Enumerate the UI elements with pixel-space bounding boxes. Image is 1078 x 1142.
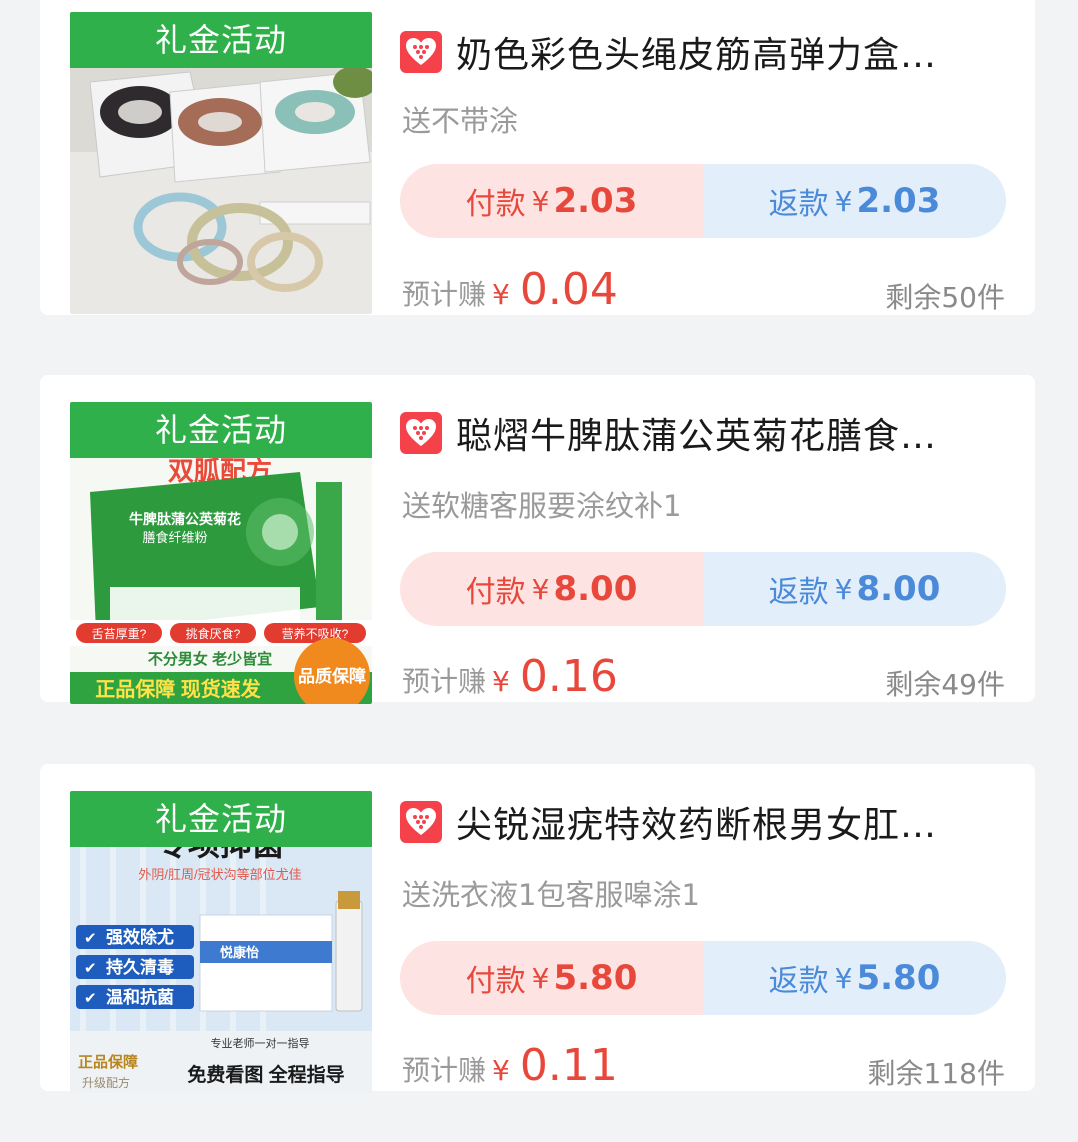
product-card[interactable]: 礼金活动 奶色彩色头绳皮筋高弹力盒… 送不带涂 付款 ¥ 2.03 返款 ¥ 2…	[40, 0, 1035, 315]
pay-label: 付款	[465, 187, 526, 222]
heart-badge-icon	[400, 31, 442, 73]
image-bottom-text: 正品保障 现货速发	[95, 677, 262, 701]
estimated-earnings: 预计赚 ¥ 0.04	[402, 264, 618, 315]
price-bar[interactable]: 付款 ¥ 2.03 返款 ¥ 2.03	[400, 164, 1006, 238]
image-guarantee: 正品保障	[78, 1053, 138, 1071]
image-brand: 悦康怡	[220, 945, 259, 960]
price-bar[interactable]: 付款 ¥ 5.80 返款 ¥ 5.80	[400, 941, 1006, 1015]
earn-value: 0.16	[519, 651, 618, 702]
pay-label: 付款	[465, 964, 526, 999]
heart-badge-icon	[400, 801, 442, 843]
earn-label: 预计赚	[402, 278, 487, 311]
stock-remaining: 剩余118件	[867, 1057, 1005, 1090]
product-card[interactable]: 双胍配方 牛脾肽蒲公英菊花 膳食纤维粉 舌苔厚重? 挑食厌食? 营养不吸收? 不…	[40, 375, 1035, 704]
refund-segment: 返款 ¥ 2.03	[703, 164, 1006, 238]
image-q1: 舌苔厚重?	[92, 627, 147, 641]
box-title-text: 牛脾肽蒲公英菊花	[129, 511, 241, 527]
title-row[interactable]: 奶色彩色头绳皮筋高弹力盒…	[400, 24, 1010, 80]
product-title: 聪熠牛脾肽蒲公英菊花膳食…	[456, 416, 938, 457]
refund-currency: ¥	[834, 184, 853, 218]
product-image[interactable]: 专项抑菌 外阴/肛周/冠状沟等部位尤佳 ✔ 强效除尤 ✔ 持久清毒 ✔ 温和抗菌…	[70, 791, 372, 1093]
pay-segment: 付款 ¥ 8.00	[400, 552, 703, 626]
pay-currency: ¥	[531, 961, 550, 995]
check-icon: ✔	[84, 990, 97, 1007]
pay-value: 2.03	[553, 181, 638, 221]
image-check1: 强效除尤	[106, 927, 174, 947]
earn-label: 预计赚	[402, 1054, 487, 1087]
refund-value: 2.03	[856, 181, 941, 221]
image-sub: 外阴/肛周/冠状沟等部位尤佳	[138, 867, 301, 882]
refund-segment: 返款 ¥ 8.00	[703, 552, 1006, 626]
title-row[interactable]: 尖锐湿疣特效药断根男女肛…	[400, 794, 1010, 850]
refund-label: 返款	[768, 575, 829, 610]
refund-currency: ¥	[834, 572, 853, 606]
price-bar[interactable]: 付款 ¥ 8.00 返款 ¥ 8.00	[400, 552, 1006, 626]
product-title: 奶色彩色头绳皮筋高弹力盒…	[456, 35, 938, 76]
check-icon: ✔	[84, 930, 97, 947]
title-row[interactable]: 聪熠牛脾肽蒲公英菊花膳食…	[400, 405, 1010, 461]
promo-banner: 礼金活动	[70, 791, 372, 847]
stock-remaining: 剩余49件	[885, 668, 1005, 701]
earn-value: 0.04	[519, 264, 618, 315]
pay-value: 8.00	[553, 569, 638, 609]
estimated-earnings: 预计赚 ¥ 0.11	[402, 1040, 618, 1091]
heart-badge-icon	[400, 412, 442, 454]
image-q2: 挑食厌食?	[186, 626, 241, 641]
earn-label: 预计赚	[402, 665, 487, 698]
image-teacher: 专业老师一对一指导	[211, 1036, 310, 1050]
refund-label: 返款	[768, 187, 829, 222]
earn-currency: ¥	[492, 278, 510, 311]
promo-banner: 礼金活动	[70, 12, 372, 68]
product-subtitle: 送洗衣液1包客服嗥涂1	[402, 878, 700, 912]
refund-value: 5.80	[856, 958, 941, 998]
pay-currency: ¥	[531, 184, 550, 218]
product-image[interactable]: 双胍配方 牛脾肽蒲公英菊花 膳食纤维粉 舌苔厚重? 挑食厌食? 营养不吸收? 不…	[70, 402, 372, 704]
box-sub-text: 膳食纤维粉	[142, 530, 207, 545]
earn-currency: ¥	[492, 1054, 510, 1087]
product-title: 尖锐湿疣特效药断根男女肛…	[456, 805, 938, 846]
earn-value: 0.11	[519, 1040, 618, 1091]
image-check3: 温和抗菌	[106, 987, 174, 1007]
product-image[interactable]: 礼金活动	[70, 12, 372, 314]
refund-segment: 返款 ¥ 5.80	[703, 941, 1006, 1015]
earn-currency: ¥	[492, 665, 510, 698]
image-tag: 不分男女 老少皆宜	[148, 650, 272, 668]
pay-currency: ¥	[531, 572, 550, 606]
product-subtitle: 送不带涂	[402, 104, 519, 138]
refund-label: 返款	[768, 964, 829, 999]
image-seal: 品质保障	[298, 666, 366, 686]
promo-banner: 礼金活动	[70, 402, 372, 458]
pay-segment: 付款 ¥ 5.80	[400, 941, 703, 1015]
image-check2: 持久清毒	[106, 957, 174, 977]
image-guide: 免费看图 全程指导	[187, 1063, 344, 1086]
pay-segment: 付款 ¥ 2.03	[400, 164, 703, 238]
pay-label: 付款	[465, 575, 526, 610]
check-icon: ✔	[84, 960, 97, 977]
stock-remaining: 剩余50件	[885, 281, 1005, 314]
image-formula: 升级配方	[82, 1075, 130, 1090]
refund-value: 8.00	[856, 569, 941, 609]
estimated-earnings: 预计赚 ¥ 0.16	[402, 651, 618, 702]
product-card[interactable]: 专项抑菌 外阴/肛周/冠状沟等部位尤佳 ✔ 强效除尤 ✔ 持久清毒 ✔ 温和抗菌…	[40, 764, 1035, 1093]
refund-currency: ¥	[834, 961, 853, 995]
product-subtitle: 送软糖客服要涂纹补1	[402, 489, 682, 523]
pay-value: 5.80	[553, 958, 638, 998]
